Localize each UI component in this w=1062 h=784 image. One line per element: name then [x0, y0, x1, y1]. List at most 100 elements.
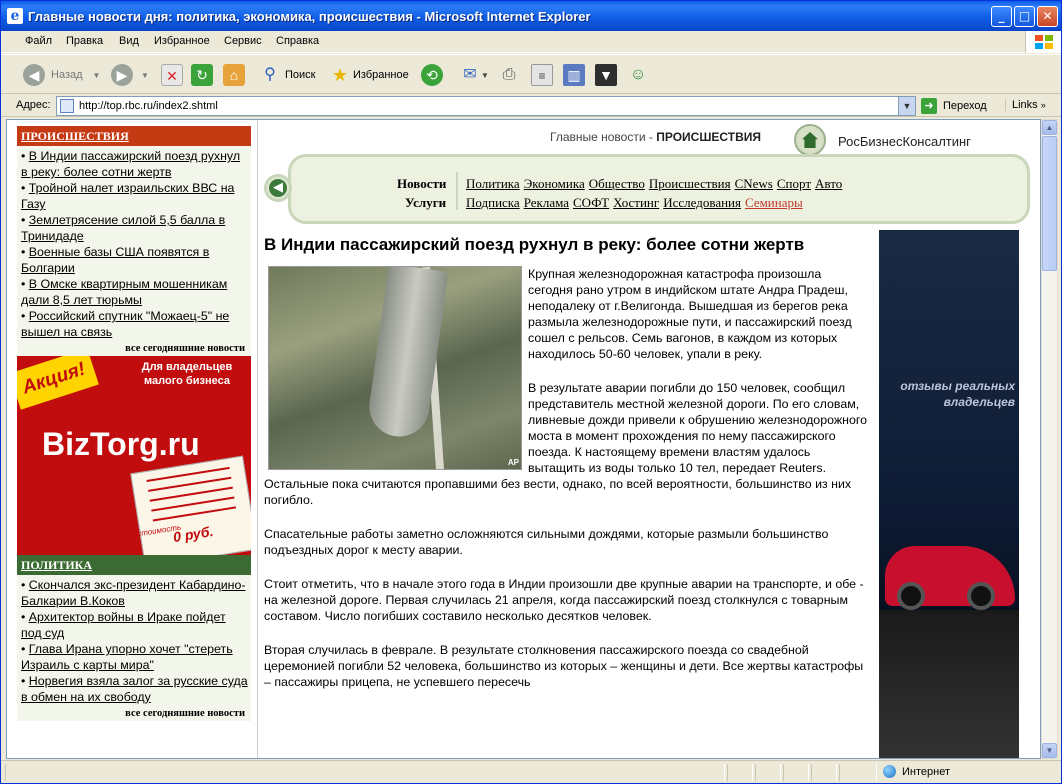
nav-link-soft[interactable]: СОФТ	[573, 195, 609, 210]
list-item: • Землетрясение силой 5,5 балла в Тринид…	[21, 213, 226, 243]
scroll-up-icon[interactable]: ▲	[1042, 120, 1057, 135]
menu-bar: Файл Правка Вид Избранное Сервис Справка	[1, 31, 1061, 53]
news-link[interactable]: В Омске квартирным мошенникам дали 8,5 л…	[21, 277, 227, 307]
article-paragraph: Вторая случилась в феврале. В результате…	[264, 643, 864, 689]
menu-file[interactable]: Файл	[25, 35, 52, 47]
forward-arrow-icon: ▶	[111, 64, 133, 86]
services-nav-label: Услуги	[405, 195, 447, 210]
all-news-link[interactable]: все сегодняшние новости	[19, 705, 249, 721]
list-item: • Глава Ирана упорно хочет "стереть Изра…	[21, 642, 233, 672]
nav-link-cnews[interactable]: CNews	[735, 176, 773, 191]
rbc-brand[interactable]: РосБизнесКонсалтинг	[838, 134, 971, 149]
go-button[interactable]: ➜ Переход	[921, 98, 987, 114]
nav-link-sport[interactable]: Спорт	[777, 176, 811, 191]
address-url[interactable]: http://top.rbc.ru/index2.shtml	[79, 100, 218, 112]
messenger-button[interactable]: ☺	[627, 63, 649, 87]
menu-edit[interactable]: Правка	[66, 35, 103, 47]
address-label: Адрес:	[16, 99, 51, 111]
politics-list: • Скончался экс-президент Кабардино-Балк…	[17, 575, 251, 721]
search-button[interactable]: ⚲ Поиск	[259, 63, 315, 87]
vertical-scrollbar[interactable]: ▲ ▼	[1041, 119, 1058, 759]
news-link[interactable]: Тройной налет израильских ВВС на Газу	[21, 181, 234, 211]
news-link[interactable]: Российский спутник "Можаец-5" не вышел н…	[21, 309, 229, 339]
links-button[interactable]: Links »	[1005, 99, 1046, 111]
car-ad-banner[interactable]: отзывы реальных владельцев	[879, 230, 1019, 758]
nav-link-economy[interactable]: Экономика	[524, 176, 585, 191]
nav-link-seminars[interactable]: Семинары	[745, 195, 803, 210]
zone-label: Интернет	[902, 765, 950, 778]
nav-link-incidents[interactable]: Происшествия	[649, 176, 731, 191]
news-link[interactable]: Архитектор войны в Ираке пойдет под суд	[21, 610, 226, 640]
nav-link-advertising[interactable]: Реклама	[524, 195, 569, 210]
history-button[interactable]: ⟲	[421, 63, 443, 87]
menu-view[interactable]: Вид	[119, 35, 139, 47]
edit-button[interactable]: ≡	[531, 63, 553, 87]
nav-link-subscription[interactable]: Подписка	[466, 195, 520, 210]
stop-button[interactable]: ✕	[161, 63, 183, 87]
windows-flag-icon	[1025, 31, 1061, 53]
mail-button[interactable]: ✉ ▼	[459, 63, 489, 87]
minimize-button[interactable]: _	[991, 6, 1012, 27]
menu-favorites[interactable]: Избранное	[154, 35, 210, 47]
menu-help[interactable]: Справка	[276, 35, 319, 47]
list-item: • В Омске квартирным мошенникам дали 8,5…	[21, 277, 228, 307]
print-button[interactable]: ⎙	[498, 63, 520, 87]
article: В Индии пассажирский поезд рухнул в реку…	[264, 234, 868, 708]
address-input[interactable]: http://top.rbc.ru/index2.shtml ▼	[56, 96, 916, 116]
menu-tools[interactable]: Сервис	[224, 35, 262, 47]
research-button[interactable]: ▥	[563, 63, 585, 87]
article-paragraph: Спасательные работы заметно осложняются …	[264, 527, 829, 557]
edit-icon: ≡	[531, 64, 553, 86]
article-paragraph: Стоит отметить, что в начале этого года …	[264, 577, 864, 623]
messenger-icon: ☺	[629, 66, 647, 83]
nav-link-politics[interactable]: Политика	[466, 176, 520, 191]
back-button[interactable]: ◀ Назад ▼	[23, 63, 100, 87]
ad-badge: Акция!	[17, 356, 99, 410]
history-icon: ⟲	[421, 64, 443, 86]
article-photo: AP	[268, 266, 522, 470]
close-button[interactable]: ✕	[1037, 6, 1058, 27]
article-title: В Индии пассажирский поезд рухнул в реку…	[264, 235, 805, 254]
news-link[interactable]: Скончался экс-президент Кабардино-Балкар…	[21, 578, 245, 608]
list-item: • Тройной налет израильских ВВС на Газу	[21, 181, 235, 211]
road-image	[879, 610, 1019, 758]
ie-logo-icon: e	[7, 8, 23, 24]
nav-link-hosting[interactable]: Хостинг	[613, 195, 659, 210]
all-news-link[interactable]: все сегодняшние новости	[19, 340, 249, 356]
chevron-down-icon[interactable]: ▼	[898, 97, 915, 115]
news-nav-links: Политика Экономика Общество Происшествия CNe…	[466, 176, 846, 192]
news-link[interactable]: Военные базы США появятся в Болгарии	[21, 245, 209, 275]
back-label: Назад	[51, 69, 83, 81]
nav-link-auto[interactable]: Авто	[815, 176, 842, 191]
messenger-media-button[interactable]: ▼	[595, 63, 617, 87]
chevrons-icon: »	[1040, 100, 1046, 110]
globe-icon	[883, 765, 896, 778]
refresh-icon: ↻	[191, 64, 213, 86]
maximize-button[interactable]: □	[1014, 6, 1035, 27]
search-label: Поиск	[285, 69, 316, 81]
nav-link-research[interactable]: Исследования	[663, 195, 741, 210]
refresh-button[interactable]: ↻	[191, 63, 213, 87]
address-bar: Адрес: http://top.rbc.ru/index2.shtml ▼ …	[1, 95, 1061, 117]
forward-button[interactable]: ▶ ▼	[111, 63, 149, 87]
news-link[interactable]: В Индии пассажирский поезд рухнул в реку…	[21, 149, 240, 179]
incidents-list: • В Индии пассажирский поезд рухнул в ре…	[17, 146, 251, 356]
scroll-thumb[interactable]	[1042, 136, 1057, 271]
title-bar[interactable]: e Главные новости дня: политика, экономи…	[1, 1, 1061, 31]
list-item: • Военные базы США появятся в Болгарии	[21, 245, 210, 275]
favorites-button[interactable]: ★ Избранное	[329, 63, 409, 87]
scroll-down-icon[interactable]: ▼	[1042, 743, 1057, 758]
ad-tagline: Для владельцев малого бизнеса	[141, 361, 233, 387]
home-button[interactable]: ⌂	[223, 63, 245, 87]
news-link[interactable]: Глава Ирана упорно хочет "стереть Израил…	[21, 642, 233, 672]
home-icon: ⌂	[223, 64, 245, 86]
back-nav-button[interactable]: ◀	[264, 174, 292, 202]
nav-link-society[interactable]: Общество	[589, 176, 645, 191]
news-link[interactable]: Землетрясение силой 5,5 балла в Тринидад…	[21, 213, 225, 243]
rbc-home-icon[interactable]	[794, 124, 826, 156]
news-link[interactable]: Норвегия взяла залог за русские суда в о…	[21, 674, 248, 704]
biztorg-ad-banner[interactable]: Акция! Для владельцев малого бизнеса Biz…	[17, 356, 251, 555]
red-car-image	[885, 546, 1015, 610]
politics-heading[interactable]: ПОЛИТИКА	[17, 555, 251, 575]
incidents-heading[interactable]: ПРОИСШЕСТВИЯ	[17, 126, 251, 146]
